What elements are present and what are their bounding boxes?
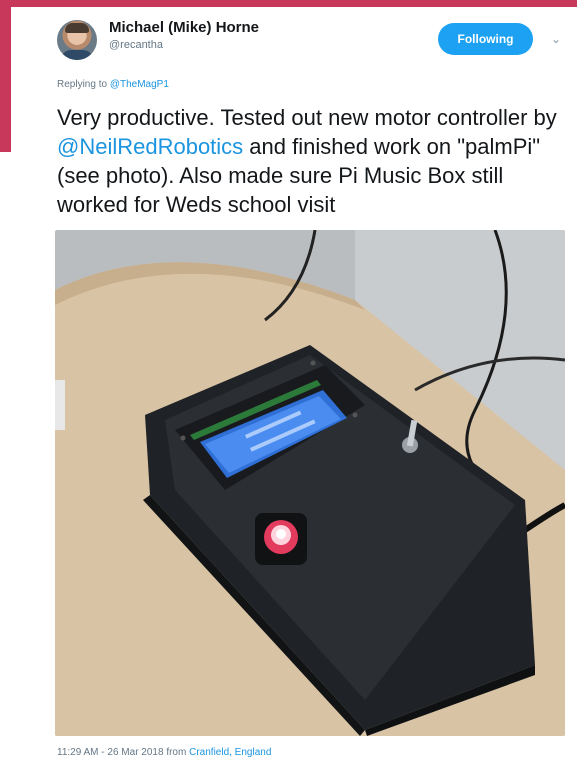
tweet-photo[interactable]: [55, 230, 565, 736]
avatar-shirt: [61, 50, 93, 60]
accent-bar-top: [0, 0, 577, 7]
tweet-text: Very productive. Tested out new motor co…: [57, 103, 572, 219]
chevron-down-icon[interactable]: ⌄: [548, 31, 564, 47]
tweet-card: Michael (Mike) Horne @recantha Following…: [11, 7, 577, 758]
tweet-mention-link[interactable]: @NeilRedRobotics: [57, 134, 243, 159]
avatar-hair: [65, 23, 89, 33]
tweet-text-before: Very productive. Tested out new motor co…: [57, 105, 557, 130]
author-handle[interactable]: @recantha: [109, 39, 163, 51]
palmpi-photo-icon: [55, 230, 565, 736]
following-button[interactable]: Following: [438, 23, 533, 55]
accent-bar-left: [0, 0, 11, 152]
reply-mention-link[interactable]: @TheMagP1: [110, 79, 169, 90]
author-display-name[interactable]: Michael (Mike) Horne: [109, 19, 259, 36]
avatar[interactable]: [57, 20, 97, 60]
tweet-timestamp: 11:29 AM - 26 Mar 2018 from Cranfield, E…: [57, 747, 271, 758]
location-link[interactable]: Cranfield, England: [189, 747, 271, 758]
replying-to-line: Replying to @TheMagP1: [57, 79, 169, 90]
timestamp-time-date[interactable]: 11:29 AM - 26 Mar 2018 from: [57, 747, 189, 758]
replying-prefix: Replying to: [57, 79, 110, 90]
